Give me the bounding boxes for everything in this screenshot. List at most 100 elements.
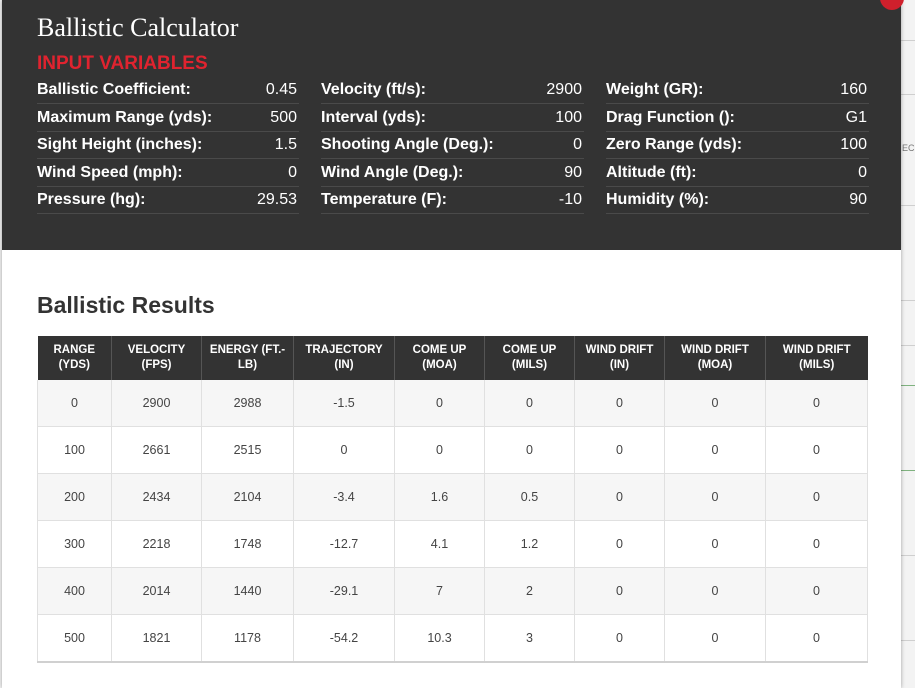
table-cell: 0 (394, 426, 485, 474)
input-value[interactable]: 90 (849, 186, 867, 213)
table-cell: 2 (484, 567, 575, 615)
table-cell: 0 (574, 380, 665, 427)
table-cell: 0 (765, 567, 868, 615)
input-value[interactable]: 2900 (546, 76, 582, 103)
input-value[interactable]: -10 (559, 186, 582, 213)
table-row: 400 2014 1440 -29.1 7 2 0 0 0 (37, 567, 868, 615)
table-cell: 1748 (201, 520, 294, 568)
column-header-energy: ENERGY (FT.-LB) (201, 336, 294, 380)
table-row: 100 2661 2515 0 0 0 0 0 0 (37, 426, 868, 474)
table-cell: 0 (574, 614, 665, 663)
table-cell: 0.5 (484, 473, 575, 521)
table-cell: 0 (293, 426, 395, 474)
input-label: Pressure (hg): (37, 191, 146, 208)
table-cell: 0 (574, 473, 665, 521)
input-label: Interval (yds): (321, 109, 426, 126)
input-value[interactable]: 1.5 (275, 131, 297, 158)
input-label: Maximum Range (yds): (37, 109, 213, 126)
results-heading: Ballistic Results (37, 292, 215, 318)
ballistic-results-table: RANGE (YDS) VELOCITY (FPS) ENERGY (FT.-L… (37, 336, 868, 663)
input-value[interactable]: G1 (846, 104, 867, 131)
background-divider (900, 300, 915, 301)
table-row: 0 2900 2988 -1.5 0 0 0 0 0 (37, 380, 868, 427)
table-cell: 0 (37, 380, 112, 427)
table-cell: 1178 (201, 614, 294, 663)
background-divider (900, 345, 915, 346)
background-divider (900, 94, 915, 95)
table-cell: -12.7 (293, 520, 395, 568)
column-header-wind-drift-moa: WIND DRIFT (MOA) (664, 336, 766, 380)
background-divider (900, 470, 915, 471)
table-cell: -3.4 (293, 473, 395, 521)
input-value[interactable]: 90 (564, 159, 582, 186)
column-header-range: RANGE (YDS) (37, 336, 112, 380)
input-label: Altitude (ft): (606, 164, 697, 181)
background-text: EC (902, 143, 915, 153)
table-cell: 7 (394, 567, 485, 615)
table-cell: 0 (765, 520, 868, 568)
input-row-temperature: Temperature (F): -10 (321, 186, 584, 214)
input-row-ballistic-coefficient: Ballistic Coefficient: 0.45 (37, 76, 299, 104)
input-value[interactable]: 0.45 (266, 76, 297, 103)
table-cell: 0 (664, 426, 766, 474)
table-cell: 0 (664, 614, 766, 663)
input-label: Ballistic Coefficient: (37, 81, 191, 98)
table-cell: 2661 (111, 426, 202, 474)
table-cell: 0 (484, 380, 575, 427)
table-cell: 0 (664, 567, 766, 615)
input-label: Shooting Angle (Deg.): (321, 136, 494, 153)
column-header-trajectory: TRAJECTORY (IN) (293, 336, 395, 380)
table-row: 300 2218 1748 -12.7 4.1 1.2 0 0 0 (37, 520, 868, 568)
table-cell: 2014 (111, 567, 202, 615)
input-value[interactable]: 29.53 (257, 186, 297, 213)
background-divider (900, 40, 915, 41)
background-divider (900, 555, 915, 556)
input-value[interactable]: 100 (840, 131, 867, 158)
column-header-wind-drift-in: WIND DRIFT (IN) (574, 336, 665, 380)
column-header-velocity: VELOCITY (FPS) (111, 336, 202, 380)
table-cell: -54.2 (293, 614, 395, 663)
modal-title: Ballistic Calculator (37, 13, 239, 42)
table-cell: 500 (37, 614, 112, 663)
table-cell: 0 (664, 380, 766, 427)
table-cell: 100 (37, 426, 112, 474)
table-cell: 0 (765, 380, 868, 427)
table-cell: 0 (484, 426, 575, 474)
input-label: Temperature (F): (321, 191, 447, 208)
table-cell: -29.1 (293, 567, 395, 615)
input-row-wind-angle: Wind Angle (Deg.): 90 (321, 159, 584, 187)
input-variables-heading: INPUT VARIABLES (37, 53, 208, 74)
table-cell: 0 (664, 520, 766, 568)
table-cell: 200 (37, 473, 112, 521)
input-value[interactable]: 0 (858, 159, 867, 186)
input-value[interactable]: 100 (555, 104, 582, 131)
input-row-velocity: Velocity (ft/s): 2900 (321, 76, 584, 104)
input-row-altitude: Altitude (ft): 0 (606, 159, 869, 187)
calculator-modal: Ballistic Calculator INPUT VARIABLES Bal… (2, 0, 901, 688)
table-cell: 0 (394, 380, 485, 427)
table-header-row: RANGE (YDS) VELOCITY (FPS) ENERGY (FT.-L… (37, 336, 868, 380)
input-value[interactable]: 500 (270, 104, 297, 131)
input-row-humidity: Humidity (%): 90 (606, 186, 869, 214)
background-divider (900, 205, 915, 206)
input-row-wind-speed: Wind Speed (mph): 0 (37, 159, 299, 187)
table-cell: 1821 (111, 614, 202, 663)
input-value[interactable]: 0 (288, 159, 297, 186)
input-row-zero-range: Zero Range (yds): 100 (606, 131, 869, 159)
table-cell: 0 (765, 473, 868, 521)
background-divider (900, 640, 915, 641)
background-divider (900, 385, 915, 386)
table-cell: 2434 (111, 473, 202, 521)
input-panel: Ballistic Calculator INPUT VARIABLES Bal… (2, 0, 901, 250)
table-cell: 1.6 (394, 473, 485, 521)
table-row: 500 1821 1178 -54.2 10.3 3 0 0 0 (37, 614, 868, 663)
input-value[interactable]: 160 (840, 76, 867, 103)
table-cell: 2515 (201, 426, 294, 474)
table-cell: 3 (484, 614, 575, 663)
input-value[interactable]: 0 (573, 131, 582, 158)
column-header-come-up-moa: COME UP (MOA) (394, 336, 485, 380)
column-header-come-up-mils: COME UP (MILS) (484, 336, 575, 380)
input-row-maximum-range: Maximum Range (yds): 500 (37, 104, 299, 132)
input-row-weight: Weight (GR): 160 (606, 76, 869, 104)
table-row: 200 2434 2104 -3.4 1.6 0.5 0 0 0 (37, 473, 868, 521)
